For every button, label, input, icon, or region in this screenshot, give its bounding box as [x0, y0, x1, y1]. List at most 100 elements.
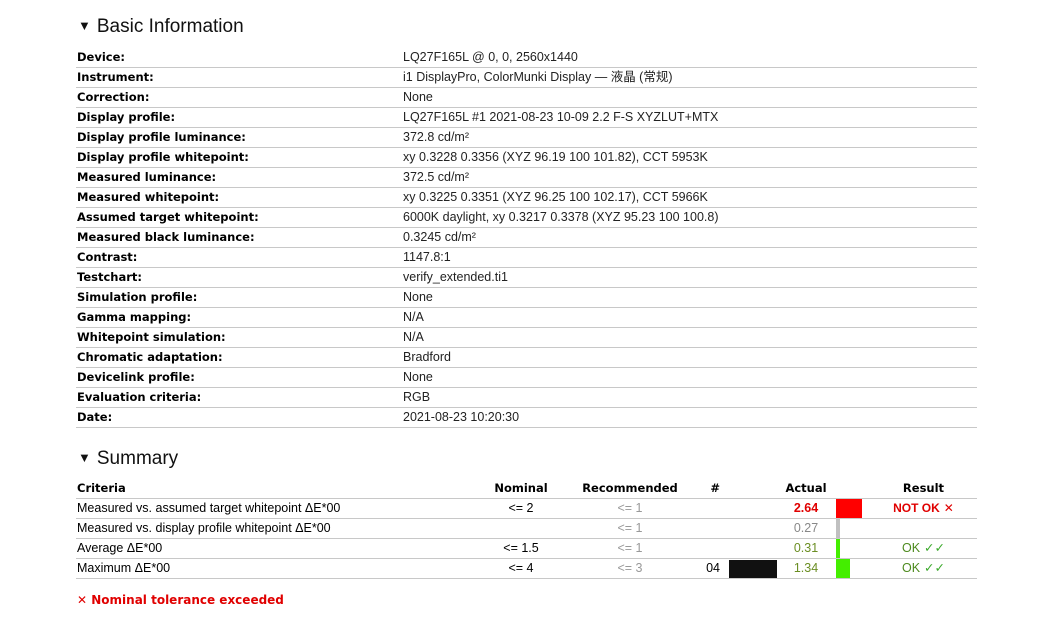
swatch-cell	[720, 518, 776, 539]
delta-e-bar	[836, 499, 862, 518]
info-row: Evaluation criteria: RGB	[76, 387, 977, 408]
basic-information-toggle[interactable]: ▼ Basic Information	[78, 16, 244, 38]
info-row: Device: LQ27F165L @ 0, 0, 2560x1440	[76, 48, 977, 68]
result-label: OK	[901, 541, 921, 555]
result-cell: OK ✓✓	[870, 558, 977, 579]
info-label: Device:	[76, 48, 402, 68]
header-criteria: Criteria	[76, 479, 476, 499]
info-label: Measured black luminance:	[76, 227, 402, 248]
header-result: Result	[870, 479, 977, 499]
bar-cell	[836, 538, 870, 559]
info-label: Simulation profile:	[76, 287, 402, 308]
info-value: 372.5 cd/m²	[402, 167, 977, 188]
nominal-cell: <= 2	[476, 498, 566, 519]
info-label: Correction:	[76, 87, 402, 108]
summary-toggle[interactable]: ▼ Summary	[78, 448, 178, 470]
result-cell: OK ✓✓	[870, 538, 977, 559]
info-label: Measured luminance:	[76, 167, 402, 188]
info-value: verify_extended.ti1	[402, 267, 977, 288]
criteria-cell: Average ΔE*00	[76, 538, 476, 559]
info-value: RGB	[402, 387, 977, 408]
delta-e-bar	[836, 519, 840, 538]
info-row: Date: 2021-08-23 10:20:30	[76, 407, 977, 428]
patch-number-cell	[694, 518, 720, 539]
basic-information-table: Device: LQ27F165L @ 0, 0, 2560x1440 Instru…	[76, 48, 977, 428]
recommended-cell: <= 1	[566, 538, 694, 559]
info-value: 2021-08-23 10:20:30	[402, 407, 977, 428]
summary-title: Summary	[96, 448, 179, 469]
bar-cell	[836, 558, 870, 579]
header-nominal: Nominal	[476, 479, 566, 499]
summary-row: Measured vs. display profile whitepoint …	[76, 518, 977, 539]
info-row: Assumed target whitepoint: 6000K daylight…	[76, 207, 977, 228]
info-value: 1147.8:1	[402, 247, 977, 268]
actual-cell: 2.64	[776, 498, 836, 519]
info-row: Display profile whitepoint: xy 0.3228 0.3…	[76, 147, 977, 168]
info-label: Chromatic adaptation:	[76, 347, 402, 368]
result-badge: NOT OK ✕	[893, 501, 954, 515]
info-row: Gamma mapping: N/A	[76, 307, 977, 328]
info-value: N/A	[402, 327, 977, 348]
header-bar	[836, 479, 870, 499]
info-row: Measured black luminance: 0.3245 cd/m²	[76, 227, 977, 248]
info-row: Instrument: i1 DisplayPro, ColorMunki Dis…	[76, 67, 977, 88]
info-row: Correction: None	[76, 87, 977, 108]
info-row: Testchart: verify_extended.ti1	[76, 267, 977, 288]
summary-table: Criteria Nominal Recommended # Actual Re…	[76, 479, 977, 579]
swatch-cell	[720, 558, 777, 579]
summary-row: Maximum ΔE*00 <= 4 <= 3 04 1.34 OK ✓✓	[76, 558, 977, 579]
header-recommended: Recommended	[566, 479, 694, 499]
info-value: LQ27F165L #1 2021-08-23 10-09 2.2 F-S XY…	[402, 107, 977, 128]
criteria-cell: Measured vs. assumed target whitepoint Δ…	[76, 498, 476, 519]
info-value: i1 DisplayPro, ColorMunki Display — 液晶 (…	[402, 67, 977, 88]
criteria-cell: Maximum ΔE*00	[76, 558, 476, 579]
info-label: Whitepoint simulation:	[76, 327, 402, 348]
bar-cell	[836, 498, 870, 519]
actual-cell: 0.27	[776, 518, 836, 539]
double-check-icon: ✓✓	[924, 541, 945, 555]
patch-number-cell	[694, 538, 720, 559]
nominal-cell: <= 1.5	[476, 538, 566, 559]
patch-number-cell	[694, 498, 720, 519]
info-row: Simulation profile: None	[76, 287, 977, 308]
cross-icon: ✕	[77, 593, 88, 607]
double-check-icon: ✓✓	[924, 561, 945, 575]
bar-cell	[836, 518, 870, 539]
info-row: Whitepoint simulation: N/A	[76, 327, 977, 348]
info-label: Measured whitepoint:	[76, 187, 402, 208]
swatch-cell	[720, 498, 776, 519]
header-actual: Actual	[776, 479, 836, 499]
info-value: None	[402, 287, 977, 308]
result-badge: OK ✓✓	[902, 541, 945, 555]
header-swatch	[720, 479, 776, 499]
basic-information-title: Basic Information	[96, 16, 244, 37]
info-label: Devicelink profile:	[76, 367, 402, 388]
patch-number-cell: 04	[694, 558, 720, 579]
actual-cell: 1.34	[776, 558, 836, 579]
info-value: xy 0.3228 0.3356 (XYZ 96.19 100 101.82),…	[402, 147, 977, 168]
info-value: None	[402, 367, 977, 388]
info-row: Measured luminance: 372.5 cd/m²	[76, 167, 977, 188]
nominal-cell	[476, 518, 566, 539]
info-value: N/A	[402, 307, 977, 328]
recommended-cell: <= 1	[566, 498, 694, 519]
triangle-down-icon: ▼	[78, 18, 91, 33]
result-label: NOT OK	[893, 501, 940, 515]
info-label: Gamma mapping:	[76, 307, 402, 328]
summary-row: Average ΔE*00 <= 1.5 <= 1 0.31 OK ✓✓	[76, 538, 977, 559]
tolerance-warning: ✕ Nominal tolerance exceeded	[77, 593, 284, 607]
info-value: None	[402, 87, 977, 108]
info-row: Chromatic adaptation: Bradford	[76, 347, 977, 368]
info-value: Bradford	[402, 347, 977, 368]
info-value: 6000K daylight, xy 0.3217 0.3378 (XYZ 95…	[402, 207, 977, 228]
info-label: Assumed target whitepoint:	[76, 207, 402, 228]
nominal-cell: <= 4	[476, 558, 566, 579]
info-row: Display profile: LQ27F165L #1 2021-08-23 …	[76, 107, 977, 128]
info-row: Devicelink profile: None	[76, 367, 977, 388]
info-label: Display profile whitepoint:	[76, 147, 402, 168]
result-badge: OK ✓✓	[902, 561, 945, 575]
header-number: #	[694, 479, 720, 499]
triangle-down-icon: ▼	[78, 450, 91, 465]
info-row: Contrast: 1147.8:1	[76, 247, 977, 268]
recommended-cell: <= 1	[566, 518, 694, 539]
